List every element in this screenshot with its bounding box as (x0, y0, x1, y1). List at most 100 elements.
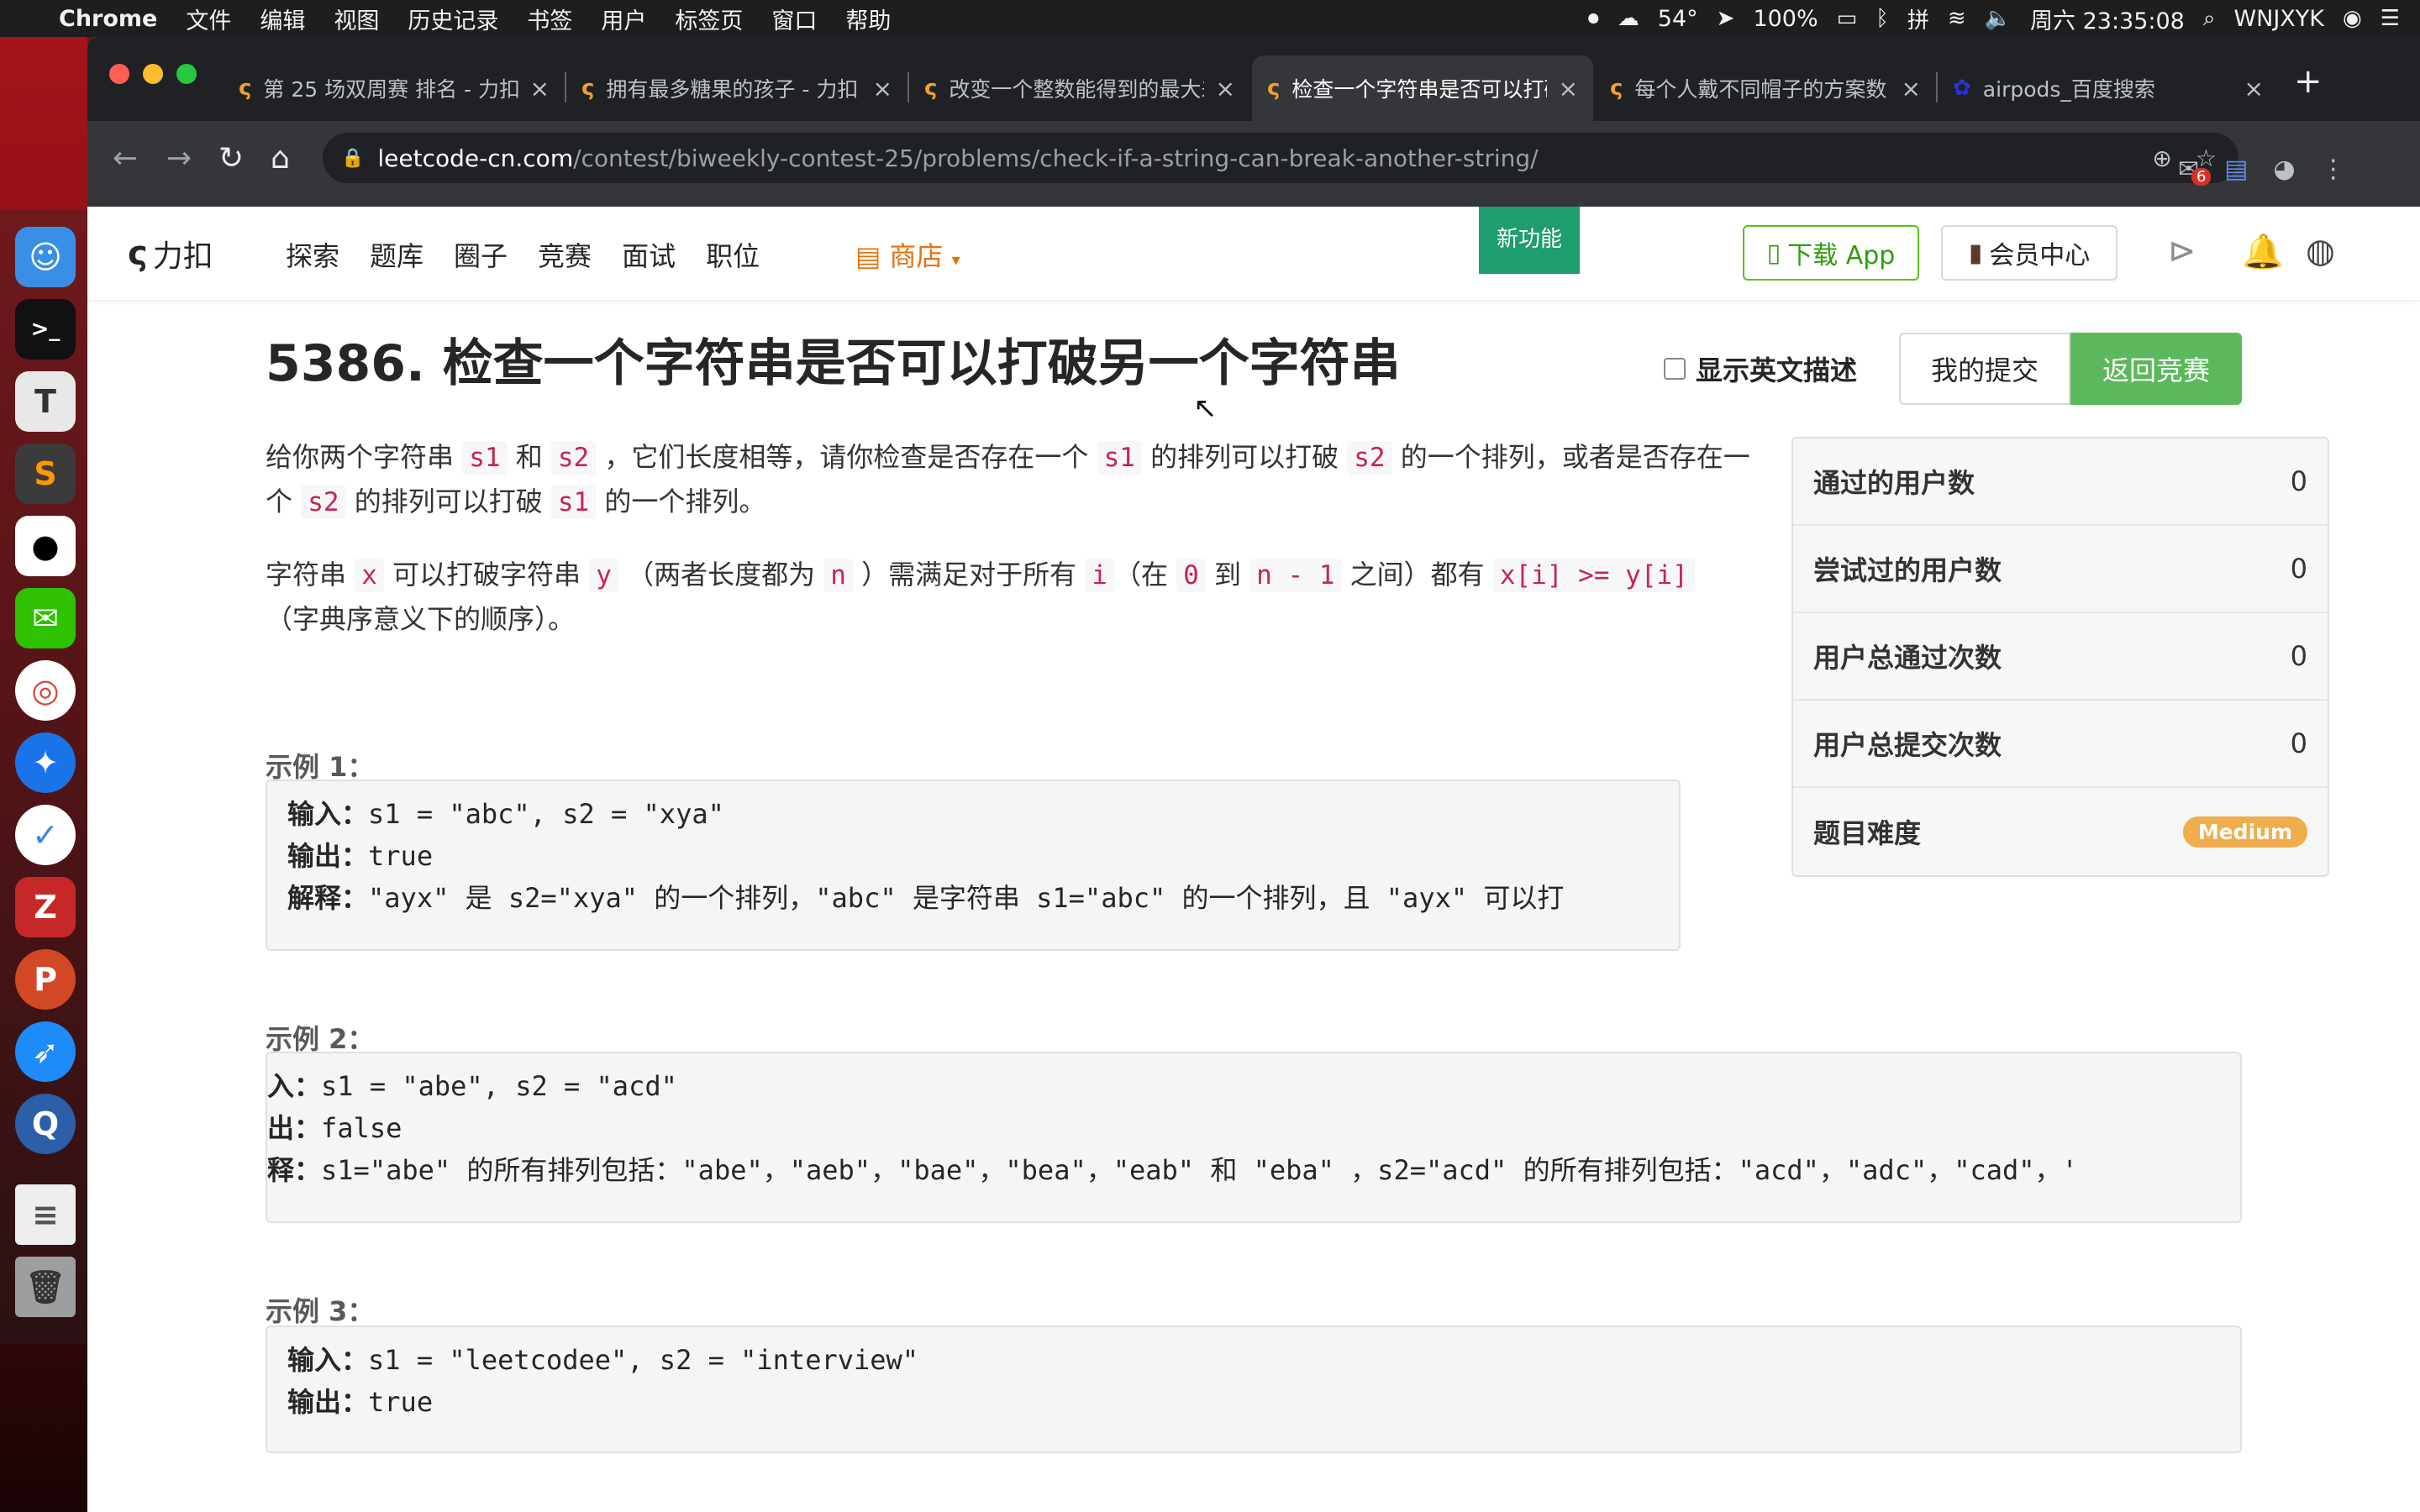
terminal-icon[interactable]: >_ (15, 299, 76, 360)
new-tab-icon[interactable]: + (2294, 62, 2323, 101)
menubar-user[interactable]: WNJXYK (2233, 6, 2324, 32)
minimize-window-button[interactable] (143, 64, 163, 84)
baidu-favicon-icon: ✿ (1953, 76, 1971, 101)
menu-history[interactable]: 历史记录 (393, 3, 513, 35)
back-arrow-icon[interactable]: ← (113, 141, 138, 176)
ticktick-icon[interactable]: ✓ (15, 805, 76, 865)
location-icon[interactable]: ➤ (1717, 6, 1735, 31)
back-to-contest-button[interactable]: 返回竞赛 (2070, 333, 2242, 405)
close-tab-icon[interactable]: × (1902, 75, 1921, 102)
tab-max-difference[interactable]: ς 改变一个整数能得到的最大差值 × (909, 55, 1250, 121)
home-icon[interactable]: ⌂ (271, 141, 290, 176)
notification-bell-icon[interactable]: 🔔 (2242, 232, 2284, 271)
wifi-icon[interactable]: ≋ (1948, 6, 1966, 31)
menu-bookmarks[interactable]: 书签 (513, 3, 587, 35)
bluetooth-icon[interactable]: ᛒ (1876, 6, 1889, 31)
close-tab-icon[interactable]: × (1216, 75, 1235, 102)
nav-problemset[interactable]: 题库 (355, 235, 439, 274)
document-icon[interactable]: ≡ (15, 1184, 76, 1245)
playground-icon[interactable]: ⊳ (2168, 232, 2196, 270)
user-avatar-icon[interactable]: ◍ (2306, 232, 2335, 270)
spotlight-search-icon[interactable]: ⌕ (2203, 6, 2216, 32)
inline-code: n (823, 559, 853, 592)
nav-jobs[interactable]: 职位 (691, 235, 775, 274)
example-line: 输出：true (287, 835, 1659, 877)
tab-baidu-airpods[interactable]: ✿ airpods_百度搜索 × (1938, 55, 2279, 121)
zoom-icon[interactable]: ⊕ (2152, 144, 2171, 172)
nav-circle[interactable]: 圈子 (439, 235, 523, 274)
nav-interview[interactable]: 面试 (607, 235, 691, 274)
menubar-clock[interactable]: 周六 23:35:08 (2030, 3, 2185, 35)
feishu-icon[interactable]: ➶ (15, 1021, 76, 1082)
sublime-text-icon[interactable]: S (15, 444, 76, 504)
menu-tab[interactable]: 标签页 (660, 3, 757, 35)
volume-icon[interactable]: 🔈 (1985, 6, 2012, 31)
profile-avatar-icon[interactable]: ◕ (2274, 155, 2296, 184)
desc-text: 的排列可以打破 (1141, 441, 1348, 473)
example-value: true (368, 1386, 434, 1418)
close-tab-icon[interactable]: × (1559, 75, 1578, 102)
document-extension-icon[interactable]: ▤ (2224, 155, 2248, 184)
menu-people[interactable]: 用户 (587, 3, 660, 35)
menu-help[interactable]: 帮助 (831, 3, 905, 35)
zoom-window-button[interactable] (176, 64, 197, 84)
nav-explore[interactable]: 探索 (271, 235, 355, 274)
tab-check-string-break[interactable]: ς 检查一个字符串是否可以打破另一个字符串 × (1252, 55, 1593, 121)
close-window-button[interactable] (109, 64, 129, 84)
dock: ☺ >_ T S ● ✉ ◎ ✦ ✓ Z P ➶ Q ≡ 🗑 (0, 210, 87, 1344)
forward-arrow-icon[interactable]: → (166, 141, 192, 176)
example-value: "ayx" 是 s2="xya" 的一个排列，"abc" 是字符串 s1="ab… (368, 882, 1565, 914)
inline-code: 0 (1176, 559, 1206, 592)
tab-candies[interactable]: ς 拥有最多糖果的孩子 - 力扣 × (566, 55, 908, 121)
powerpoint-icon[interactable]: P (15, 949, 76, 1010)
trash-icon[interactable]: 🗑 (15, 1257, 76, 1317)
browser-toolbar: ← → ↻ ⌂ 🔒 leetcode-cn.com /contest/biwee… (87, 121, 2420, 207)
typora-icon[interactable]: T (15, 371, 76, 432)
show-english-checkbox[interactable] (1664, 358, 1686, 380)
input-method-icon[interactable]: 拼 (1907, 3, 1929, 34)
qq-icon[interactable]: ● (15, 516, 76, 576)
example-1-block: 输入：s1 = "abc", s2 = "xya" 输出：true 解释："ay… (266, 780, 1681, 951)
reload-icon[interactable]: ↻ (218, 141, 244, 176)
close-tab-icon[interactable]: × (530, 75, 550, 102)
menu-window[interactable]: 窗口 (757, 3, 831, 35)
chrome-icon[interactable]: ◎ (15, 660, 76, 721)
battery-icon[interactable]: ▭ (1837, 6, 1858, 31)
show-english-toggle[interactable]: 显示英文描述 (1664, 349, 1857, 388)
temperature-label[interactable]: 54° (1658, 6, 1698, 32)
tab-hats[interactable]: ς 每个人戴不同帽子的方案数 × (1595, 55, 1936, 121)
menu-app-name[interactable]: Chrome (50, 6, 171, 32)
weather-icon[interactable]: ☁ (1618, 6, 1639, 31)
nav-contest[interactable]: 竞赛 (523, 235, 607, 274)
battery-label[interactable]: 100% (1753, 6, 1818, 32)
chrome-menu-icon[interactable]: ⋮ (2321, 155, 2346, 184)
close-tab-icon[interactable]: × (873, 75, 892, 102)
zotero-icon[interactable]: Z (15, 877, 76, 937)
example-2-block[interactable]: 入：s1 = "abe", s2 = "acd" 出：false 释：s1="a… (266, 1052, 2242, 1223)
close-tab-icon[interactable]: × (2244, 75, 2264, 102)
record-icon[interactable]: ⏺ (1588, 6, 1599, 32)
download-app-button[interactable]: ▯ 下载 App (1743, 225, 1919, 281)
mail-extension-icon[interactable]: ✉ 6 (2178, 155, 2212, 186)
tab-contest-ranking[interactable]: ς 第 25 场双周赛 排名 - 力扣 × (224, 55, 565, 121)
siri-icon[interactable]: ◉ (2343, 6, 2362, 31)
menu-file[interactable]: 文件 (171, 3, 245, 35)
notification-center-icon[interactable]: ☰ (2381, 6, 2400, 31)
vip-center-button[interactable]: ▮ 会员中心 (1941, 225, 2118, 281)
menu-edit[interactable]: 编辑 (245, 3, 319, 35)
lock-icon[interactable]: 🔒 (341, 148, 364, 169)
new-feature-ribbon[interactable]: 新功能 (1479, 207, 1580, 274)
example-line: 解释："ayx" 是 s2="xya" 的一个排列，"abc" 是字符串 s1=… (287, 877, 1659, 919)
example-value: s1="abe" 的所有排列包括："abe"，"aeb"，"bae"，"bea"… (321, 1154, 2078, 1186)
safari-icon[interactable]: ✦ (15, 732, 76, 793)
example-key: 解释： (287, 882, 369, 914)
my-submissions-button[interactable]: 我的提交 (1899, 333, 2070, 405)
nav-shop[interactable]: ▤ 商店 ▾ (855, 235, 960, 274)
quicktime-icon[interactable]: Q (15, 1094, 76, 1154)
address-bar[interactable]: 🔒 leetcode-cn.com /contest/biweekly-cont… (323, 133, 2238, 183)
wechat-icon[interactable]: ✉ (15, 588, 76, 648)
finder-icon[interactable]: ☺ (15, 227, 76, 287)
leetcode-logo[interactable]: ς 力扣 (128, 232, 213, 276)
menu-view[interactable]: 视图 (319, 3, 393, 35)
example-key: 输入： (287, 1344, 369, 1376)
